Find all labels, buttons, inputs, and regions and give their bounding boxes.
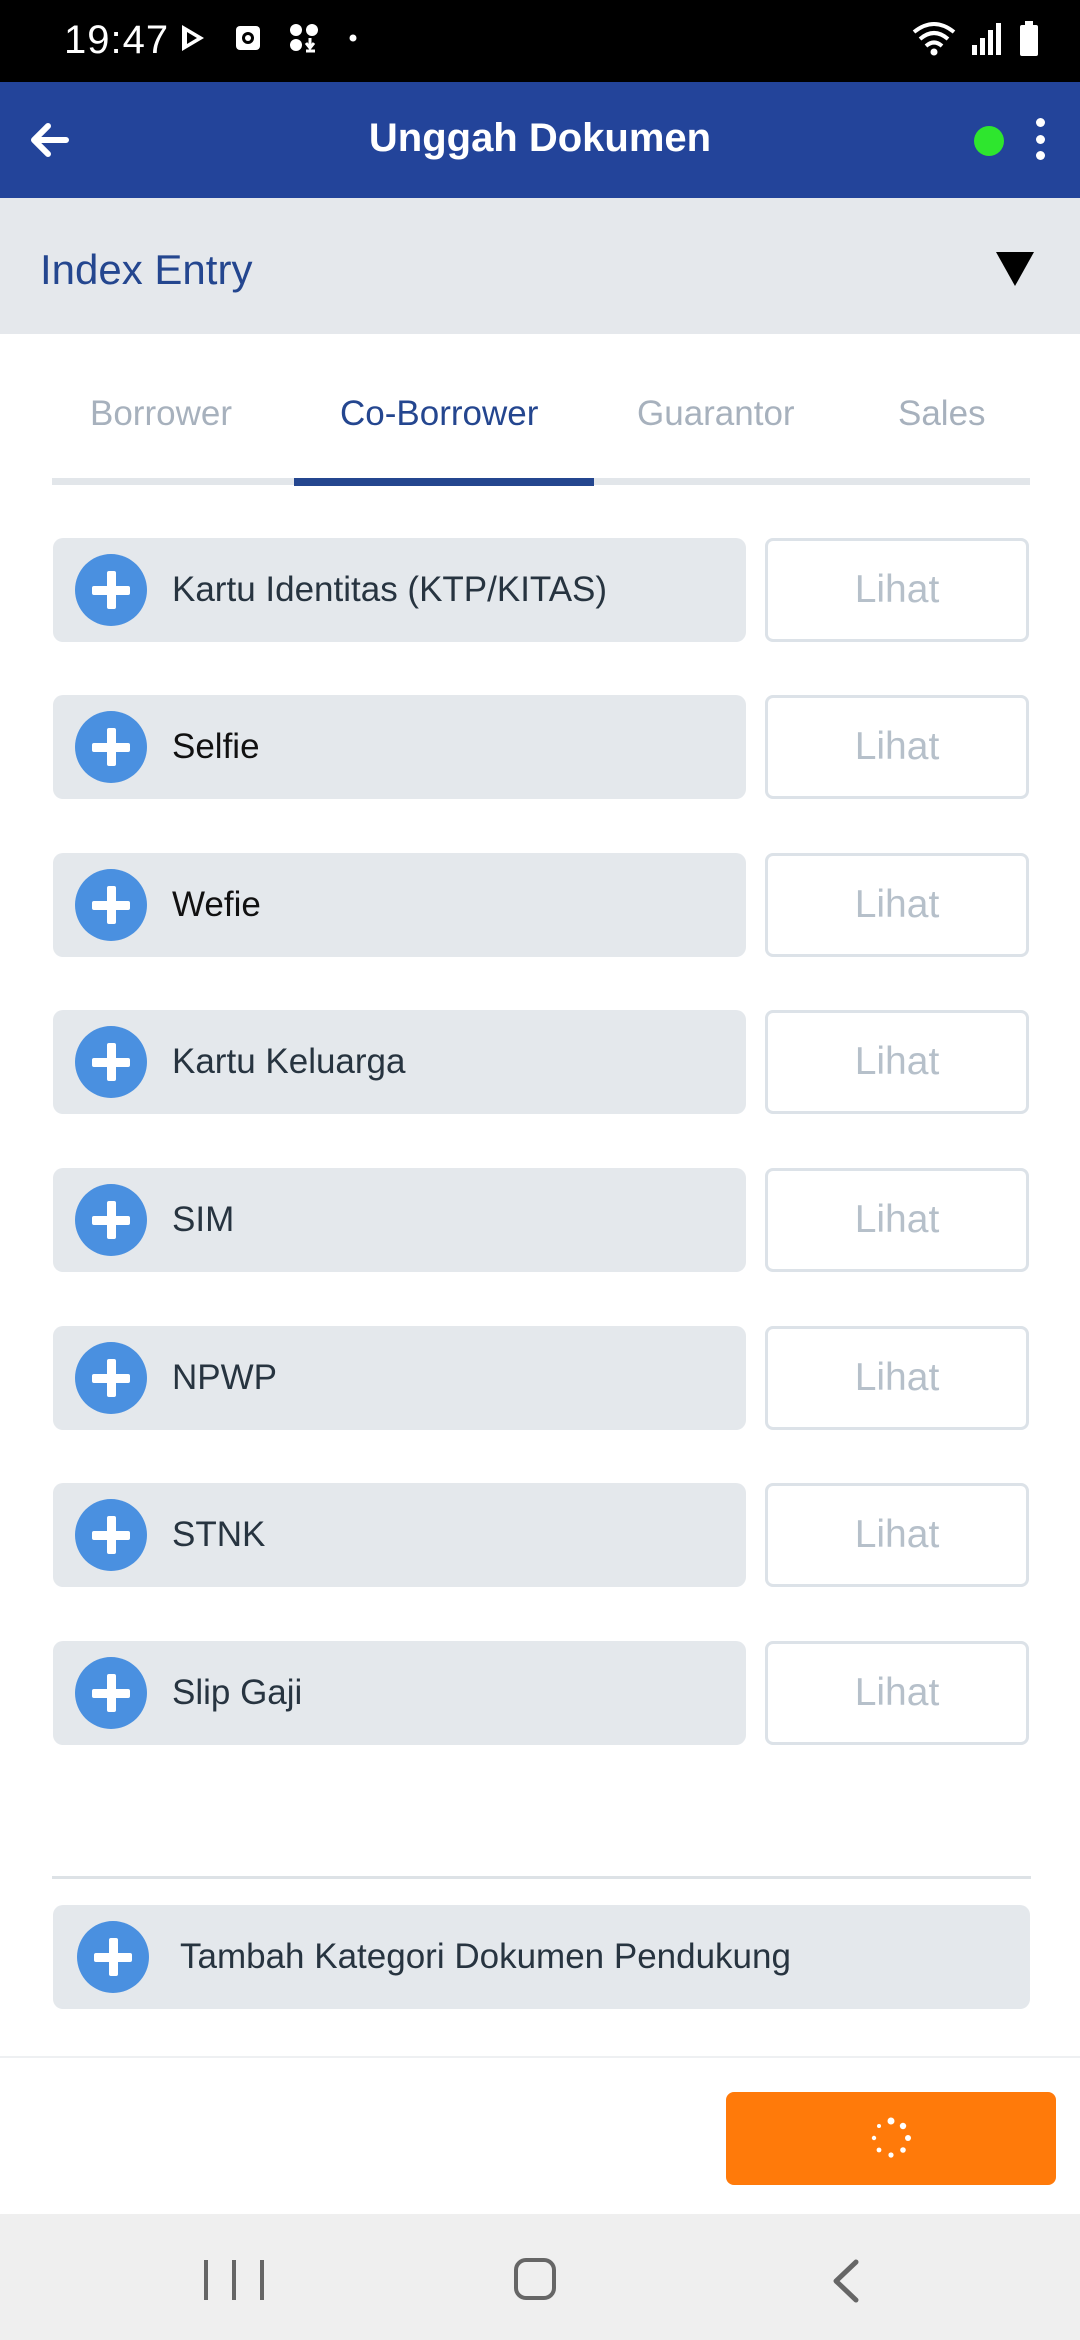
document-label: SIM xyxy=(172,1200,235,1239)
nav-back-icon[interactable] xyxy=(822,2256,872,2306)
view-button[interactable]: Lihat xyxy=(765,1010,1029,1114)
notification-icons xyxy=(178,22,358,54)
recent-apps-button[interactable] xyxy=(204,2260,264,2300)
download-icon xyxy=(290,24,318,53)
document-row-wefie[interactable]: Wefie xyxy=(53,853,746,957)
plus-circle-icon[interactable] xyxy=(77,1921,149,1993)
home-button[interactable] xyxy=(514,2258,556,2300)
view-button[interactable]: Lihat xyxy=(765,1168,1029,1272)
tab-active-indicator xyxy=(294,478,594,486)
plus-circle-icon[interactable] xyxy=(75,1184,147,1256)
document-row-selfie[interactable]: Selfie xyxy=(53,695,746,799)
status-bar: 19:47 xyxy=(0,0,1080,82)
view-button[interactable]: Lihat xyxy=(765,538,1029,642)
app-bar: Unggah Dokumen xyxy=(0,82,1080,198)
tab-sales[interactable]: Sales xyxy=(898,394,986,434)
triangle-down-icon[interactable] xyxy=(996,252,1034,286)
recents-icon xyxy=(204,2260,208,2300)
plus-circle-icon[interactable] xyxy=(75,554,147,626)
plus-circle-icon[interactable] xyxy=(75,1657,147,1729)
wifi-icon xyxy=(912,22,956,56)
play-store-icon xyxy=(182,25,204,51)
plus-circle-icon[interactable] xyxy=(75,711,147,783)
add-supporting-category-button[interactable]: Tambah Kategori Dokumen Pendukung xyxy=(53,1905,1030,2009)
tab-borrower[interactable]: Borrower xyxy=(90,394,232,434)
role-tabs: Borrower Co-Borrower Guarantor Sales xyxy=(52,370,1030,486)
document-label: Wefie xyxy=(172,885,261,924)
view-button[interactable]: Lihat xyxy=(765,853,1029,957)
connection-status-dot xyxy=(974,126,1004,156)
document-label: Slip Gaji xyxy=(172,1673,303,1712)
more-menu-button[interactable] xyxy=(1022,114,1058,164)
document-row-npwp[interactable]: NPWP xyxy=(53,1326,746,1430)
document-label: Kartu Identitas (KTP/KITAS) xyxy=(172,570,608,609)
dot-icon xyxy=(349,34,357,42)
index-entry-header[interactable]: Index Entry xyxy=(0,198,1080,334)
view-button[interactable]: Lihat xyxy=(765,695,1029,799)
plus-circle-icon[interactable] xyxy=(75,1342,147,1414)
add-category-label: Tambah Kategori Dokumen Pendukung xyxy=(180,1937,791,1976)
divider xyxy=(52,1876,1031,1879)
screenshot-icon xyxy=(236,26,260,50)
plus-circle-icon[interactable] xyxy=(75,1026,147,1098)
section-title: Index Entry xyxy=(40,246,253,293)
system-icons xyxy=(912,20,1040,58)
document-label: Selfie xyxy=(172,727,260,766)
view-button[interactable]: Lihat xyxy=(765,1483,1029,1587)
document-row-slip-gaji[interactable]: Slip Gaji xyxy=(53,1641,746,1745)
tab-guarantor[interactable]: Guarantor xyxy=(637,394,795,434)
submit-button[interactable] xyxy=(726,2092,1056,2185)
signal-icon xyxy=(972,23,1001,55)
document-label: NPWP xyxy=(172,1358,277,1397)
document-label: STNK xyxy=(172,1515,266,1554)
more-vertical-icon xyxy=(1035,118,1045,127)
status-time: 19:47 xyxy=(64,18,170,62)
view-button[interactable]: Lihat xyxy=(765,1641,1029,1745)
document-row-kartu-keluarga[interactable]: Kartu Keluarga xyxy=(53,1010,746,1114)
tab-co-borrower[interactable]: Co-Borrower xyxy=(340,394,538,434)
plus-circle-icon[interactable] xyxy=(75,1499,147,1571)
document-row-ktp[interactable]: Kartu Identitas (KTP/KITAS) xyxy=(53,538,746,642)
loading-spinner-icon xyxy=(871,2117,911,2158)
battery-icon xyxy=(1020,21,1038,56)
document-row-stnk[interactable]: STNK xyxy=(53,1483,746,1587)
system-nav-bar xyxy=(0,2214,1080,2340)
view-button[interactable]: Lihat xyxy=(765,1326,1029,1430)
document-row-sim[interactable]: SIM xyxy=(53,1168,746,1272)
plus-circle-icon[interactable] xyxy=(75,869,147,941)
document-label: Kartu Keluarga xyxy=(172,1042,406,1081)
page-title: Unggah Dokumen xyxy=(368,116,712,160)
